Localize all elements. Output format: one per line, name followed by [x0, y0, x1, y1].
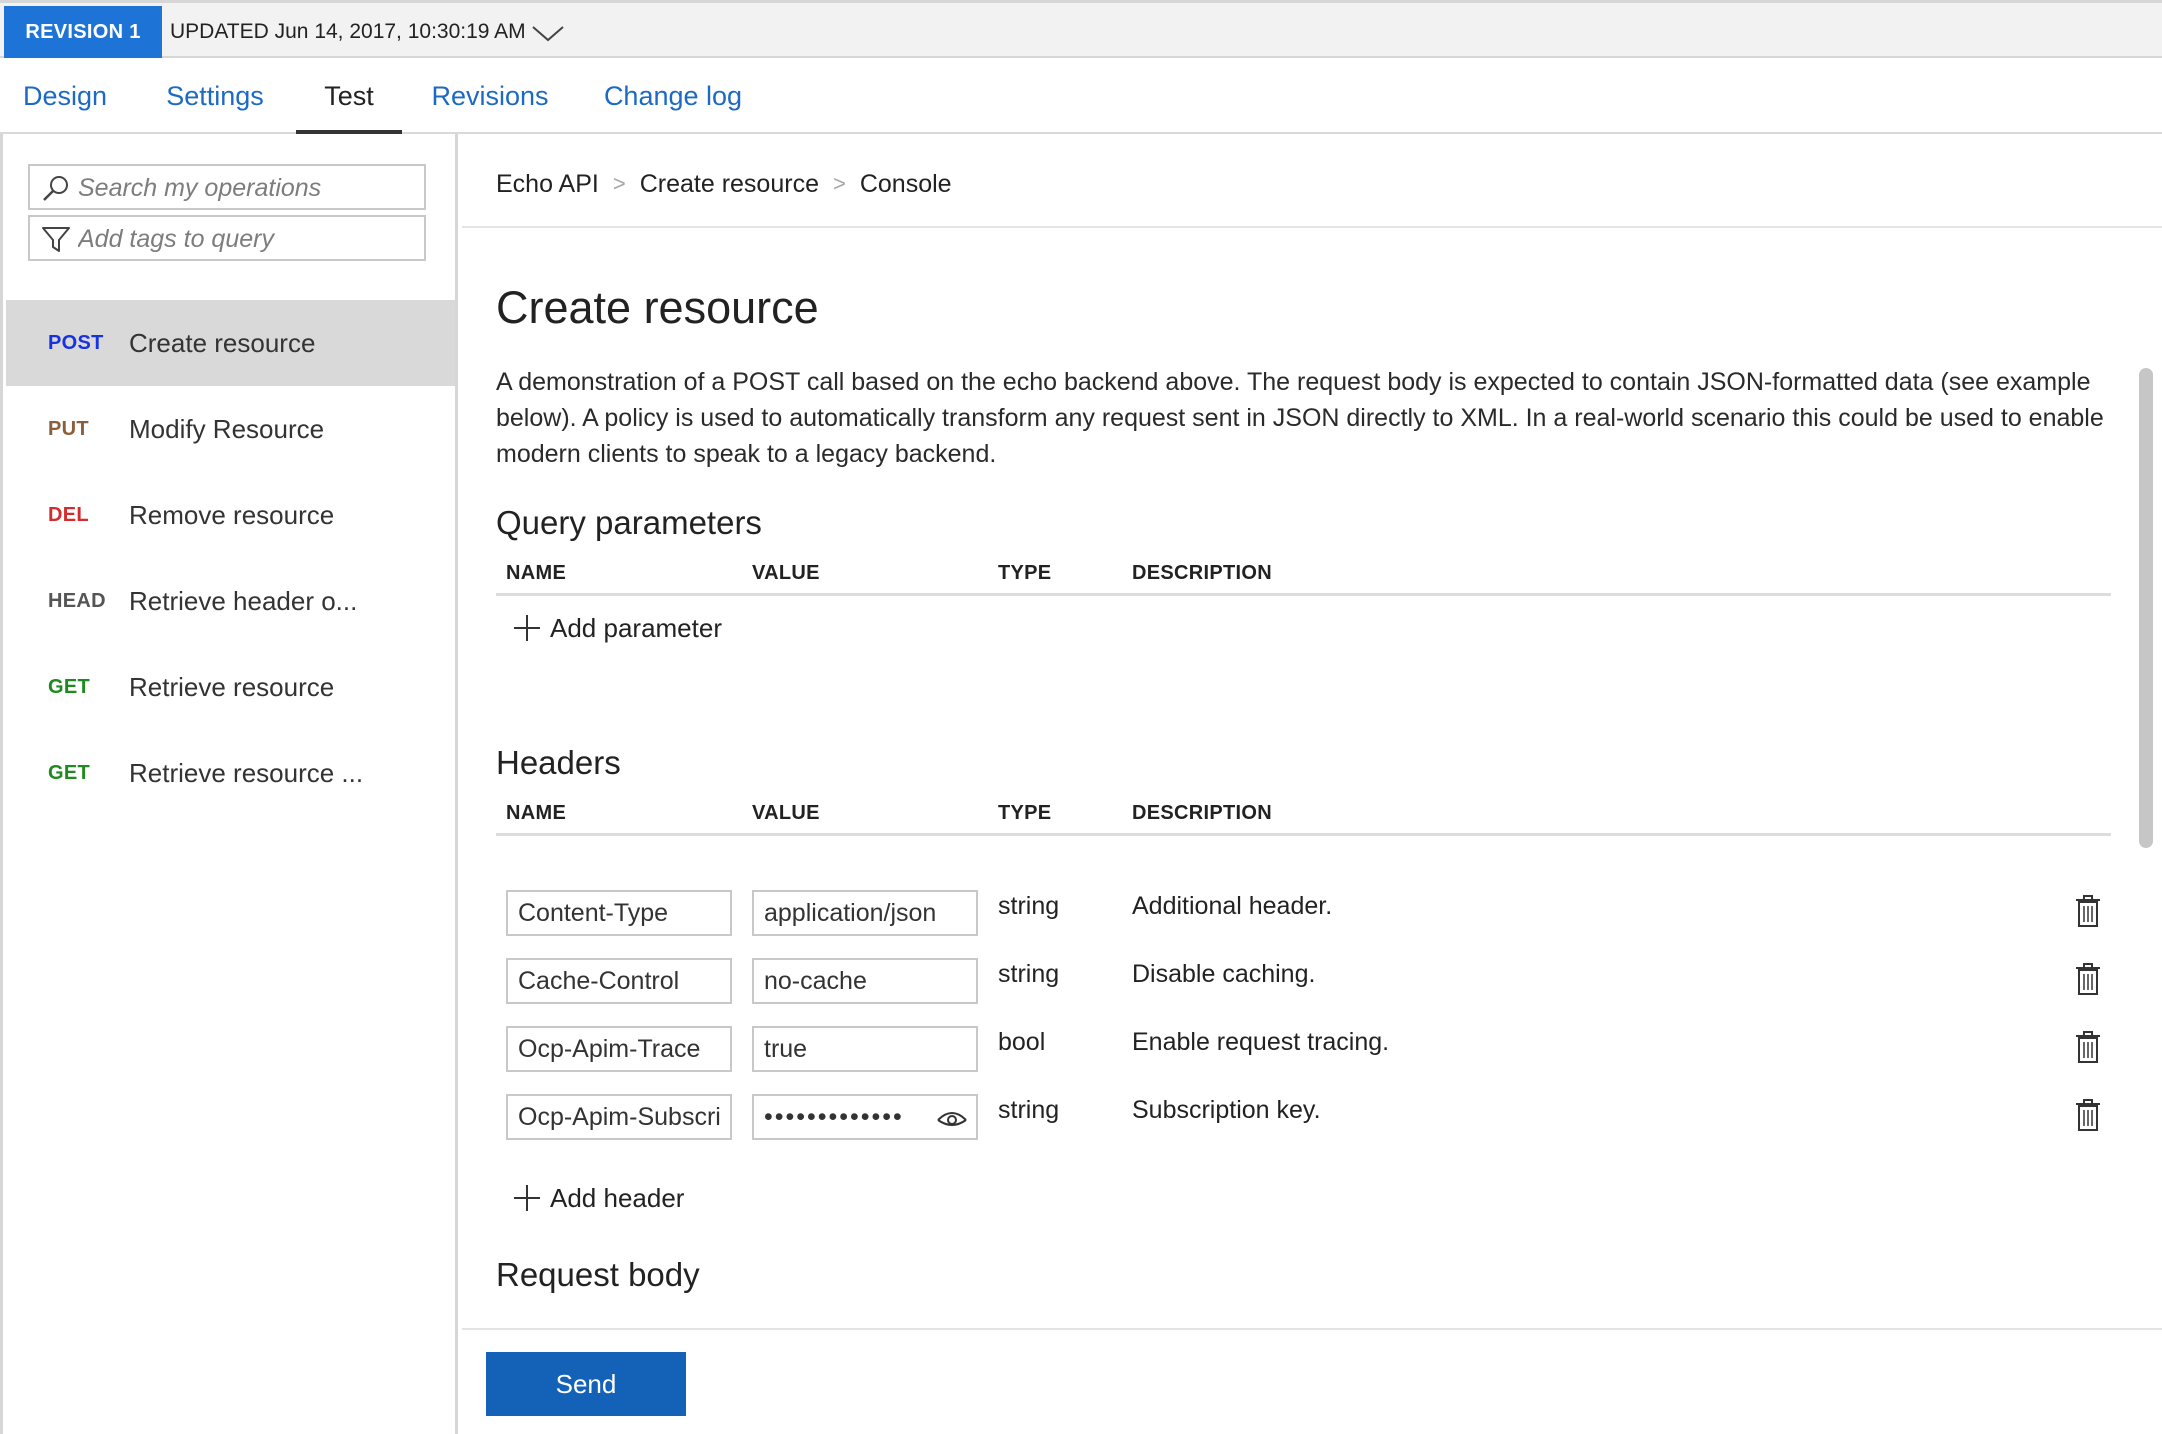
trash-icon[interactable]: [2074, 1098, 2102, 1132]
eye-icon[interactable]: [936, 1106, 968, 1128]
header-type: string: [998, 892, 1060, 920]
tab-design[interactable]: Design: [12, 58, 118, 134]
header-description: Disable caching.: [1132, 960, 1316, 988]
column-type: TYPE: [998, 562, 1052, 584]
column-description: DESCRIPTION: [1132, 802, 1272, 824]
plus-icon: [514, 1185, 540, 1211]
test-console: Echo API > Create resource > Console Cre…: [462, 134, 2162, 1434]
column-description: DESCRIPTION: [1132, 562, 1272, 584]
tags-input[interactable]: [78, 221, 418, 257]
app-root: REVISION 1 UPDATED Jun 14, 2017, 10:30:1…: [0, 0, 2162, 1434]
breadcrumb-operation[interactable]: Create resource: [640, 170, 819, 199]
headers-heading: Headers: [496, 744, 621, 781]
breadcrumb-console: Console: [859, 169, 952, 198]
operation-list: POST Create resource PUT Modify Resource…: [6, 300, 455, 816]
query-parameters-header: NAME VALUE TYPE DESCRIPTION: [496, 556, 2111, 596]
method-badge: GET: [48, 761, 91, 784]
tags-box: [28, 215, 426, 261]
content-scrollbar[interactable]: [2133, 228, 2157, 1328]
breadcrumb: Echo API > Create resource > Console: [496, 164, 952, 204]
column-name: NAME: [506, 802, 567, 824]
header-row: string Additional header.: [496, 890, 2111, 942]
request-body-heading: Request body: [496, 1256, 700, 1293]
operation-name: Retrieve header o...: [129, 585, 358, 616]
trash-icon[interactable]: [2074, 962, 2102, 996]
header-value-input[interactable]: [752, 890, 978, 936]
search-input[interactable]: [78, 170, 418, 206]
header-row: bool Enable request tracing.: [496, 1026, 2111, 1078]
operation-item[interactable]: DEL Remove resource: [6, 472, 455, 558]
headers-table-header: NAME VALUE TYPE DESCRIPTION: [496, 796, 2111, 836]
operation-name: Remove resource: [129, 499, 335, 530]
revision-badge: REVISION 1: [4, 6, 162, 58]
header-value-input[interactable]: [752, 958, 978, 1004]
scrollbar-thumb[interactable]: [2139, 368, 2153, 848]
method-badge: DEL: [48, 503, 89, 526]
tab-test[interactable]: Test: [296, 58, 402, 134]
header-name-input[interactable]: [506, 958, 732, 1004]
header-name-input[interactable]: [506, 1094, 732, 1140]
operation-item[interactable]: HEAD Retrieve header o...: [6, 558, 455, 644]
search-box: [28, 164, 426, 210]
revision-updated-text: UPDATED Jun 14, 2017, 10:30:19 AM: [170, 20, 526, 43]
header-name-input[interactable]: [506, 1026, 732, 1072]
divider: [462, 1328, 2162, 1330]
plus-icon: [514, 615, 540, 641]
operation-description: A demonstration of a POST call based on …: [496, 368, 2104, 468]
breadcrumb-api[interactable]: Echo API: [496, 170, 599, 199]
header-value-input[interactable]: [752, 1026, 978, 1072]
method-badge: POST: [48, 331, 104, 354]
header-description: Enable request tracing.: [1132, 1028, 1390, 1056]
operation-name: Create resource: [129, 327, 316, 358]
header-type: bool: [998, 1028, 1046, 1056]
operation-item[interactable]: GET Retrieve resource ...: [6, 730, 455, 816]
operation-item[interactable]: POST Create resource: [6, 300, 455, 386]
operation-item[interactable]: PUT Modify Resource: [6, 386, 455, 472]
console-content: Create resource A demonstration of a POS…: [486, 228, 2126, 1328]
tab-bar: Design Settings Test Revisions Change lo…: [0, 58, 2162, 134]
operation-name: Retrieve resource ...: [129, 757, 364, 788]
operation-item[interactable]: GET Retrieve resource: [6, 644, 455, 730]
chevron-down-icon[interactable]: [530, 21, 566, 45]
operations-sidebar: POST Create resource PUT Modify Resource…: [0, 134, 458, 1434]
filter-icon: [42, 227, 70, 252]
column-value: VALUE: [752, 802, 820, 824]
column-value: VALUE: [752, 562, 820, 584]
breadcrumb-separator: >: [612, 171, 626, 196]
add-parameter-button[interactable]: Add parameter: [512, 608, 722, 648]
breadcrumb-separator: >: [832, 171, 846, 196]
header-type: string: [998, 960, 1060, 988]
header-type: string: [998, 1096, 1060, 1124]
operation-title: Create resource: [496, 282, 819, 333]
tab-change-log[interactable]: Change log: [594, 58, 752, 134]
column-type: TYPE: [998, 802, 1052, 824]
header-row: string Subscription key.: [496, 1094, 2111, 1146]
search-icon: [43, 176, 68, 201]
add-header-label: Add header: [550, 1182, 685, 1213]
method-badge: GET: [48, 675, 91, 698]
revision-bar: REVISION 1 UPDATED Jun 14, 2017, 10:30:1…: [0, 0, 2162, 58]
tab-settings[interactable]: Settings: [156, 58, 274, 134]
query-parameters-heading: Query parameters: [496, 504, 762, 541]
column-name: NAME: [506, 562, 567, 584]
add-parameter-label: Add parameter: [550, 612, 722, 643]
trash-icon[interactable]: [2074, 894, 2102, 928]
method-badge: HEAD: [48, 589, 106, 612]
send-button[interactable]: Send: [486, 1352, 686, 1416]
method-badge: PUT: [48, 417, 89, 440]
header-description: Subscription key.: [1132, 1096, 1321, 1124]
operation-name: Modify Resource: [129, 413, 325, 444]
header-row: string Disable caching.: [496, 958, 2111, 1010]
header-name-input[interactable]: [506, 890, 732, 936]
add-header-button[interactable]: Add header: [512, 1178, 684, 1218]
operation-name: Retrieve resource: [129, 671, 335, 702]
header-description: Additional header.: [1132, 892, 1333, 920]
trash-icon[interactable]: [2074, 1030, 2102, 1064]
tab-revisions[interactable]: Revisions: [426, 58, 554, 134]
